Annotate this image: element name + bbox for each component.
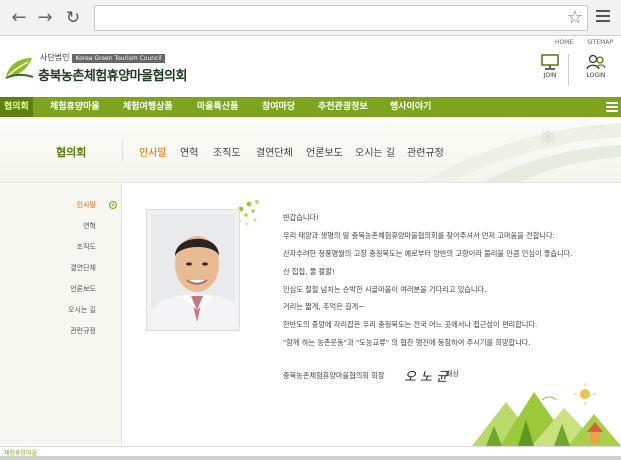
login-label: LOGIN: [586, 72, 606, 79]
gnb-menu-icon[interactable]: [606, 102, 618, 114]
sidebar-item-organization[interactable]: 조직도: [77, 242, 96, 252]
login-button[interactable]: LOGIN: [579, 54, 613, 79]
greeting-line: 반갑습니다!: [283, 213, 319, 222]
arrow-left-icon[interactable]: ←: [8, 7, 30, 29]
gnb-item-tour-products[interactable]: 체험여행상품: [123, 97, 173, 117]
greeting-line: 인심도 철철 넘치는 순박한 시골마을이 여러분을 기다리고 있습니다.: [283, 285, 487, 294]
site-header: HOME SITEMAP 사단법인 Korea Green Tourism Cou…: [0, 36, 621, 96]
signature-org: 충북농촌체험휴양마을협의회 회장: [283, 371, 385, 380]
chairman-photo: [147, 210, 239, 330]
tab-press[interactable]: 언론보도: [306, 144, 343, 159]
gnb-item-villages[interactable]: 체험휴양마을: [50, 97, 100, 117]
utility-links: HOME SITEMAP: [543, 39, 613, 46]
main-navigation: 협의회 체험휴양마을 체험여행상품 마을특산품 참여마당 추천관광정보 행사이야…: [0, 97, 621, 117]
gnb-item-specialties[interactable]: 마을특산품: [197, 97, 238, 117]
star-icon[interactable]: ☆: [567, 7, 583, 28]
logo-small-text: 사단법인: [40, 53, 70, 62]
mountain-illustration-icon: [472, 383, 621, 446]
join-label: JOIN: [543, 72, 557, 79]
users-icon: [586, 54, 606, 70]
decorative-swoosh-icon: [421, 123, 621, 182]
monitor-icon: [541, 54, 559, 70]
browser-menu-icon[interactable]: [596, 10, 610, 25]
sidebar-item-regulations[interactable]: 관련규정: [70, 326, 96, 336]
tab-regulations[interactable]: 관련규정: [407, 144, 444, 159]
sitemap-link[interactable]: SITEMAP: [587, 39, 613, 46]
portrait-image: [151, 214, 235, 326]
greeting-line: 거리는 짧게, 추억은 길게~: [283, 302, 365, 311]
home-link[interactable]: HOME: [555, 39, 573, 46]
sidebar-divider: [121, 184, 122, 444]
sub-divider: [122, 139, 123, 161]
footer-divider: [0, 446, 621, 447]
window-bottom-edge: [0, 456, 621, 460]
active-marker-icon: +: [109, 201, 117, 209]
logo-subtitle: 사단법인 Korea Green Tourism Council: [40, 52, 165, 63]
sidebar-item-partners[interactable]: 결연단체: [70, 263, 96, 273]
gnb-item-association[interactable]: 협의회: [0, 97, 33, 117]
greeting-line: "함께 하는 농촌운동"과 "도농교류" 의 협찬 행진에 동참하여 주시기를 …: [283, 338, 531, 347]
greeting-line: 산자수려한 청풍명월의 고장 충청북도는 예로부터 양반의 고향이라 불리울 만…: [283, 249, 573, 258]
logo-leaf-icon: [5, 58, 34, 79]
reload-icon[interactable]: ↻: [62, 7, 84, 29]
greeting-line: 우리 태양과 생명의 땅 충북농촌체험휴양마을협의회를 찾아주셔서 먼저 고마움…: [283, 231, 555, 240]
join-button[interactable]: JOIN: [533, 54, 567, 79]
tab-greeting[interactable]: 인사말: [139, 144, 167, 159]
side-navigation: 인사말 연혁 조직도 결연단체 언론보도 오시는 길 관련규정: [0, 184, 122, 444]
sub-header: 협의회 인사말 연혁 조직도 결연단체 언론보도 오시는 길 관련규정: [0, 117, 621, 183]
greeting-line: 산 첩첩, 물 콸콸!: [283, 267, 335, 276]
gnb-item-tourism-info[interactable]: 추천관광정보: [318, 97, 368, 117]
signature-name: 오 노 균: [404, 370, 449, 385]
arrow-right-icon[interactable]: →: [34, 7, 56, 29]
gnb-item-event-stories[interactable]: 행사이야기: [390, 97, 431, 117]
tab-partners[interactable]: 결연단체: [256, 144, 293, 159]
sidebar-item-directions[interactable]: 오시는 길: [68, 305, 96, 315]
tab-organization[interactable]: 조직도: [213, 144, 241, 159]
section-title: 협의회: [56, 146, 87, 159]
logo-title[interactable]: 충북농촌체험휴양마을협의회: [38, 65, 187, 84]
tab-directions[interactable]: 오시는 길: [355, 144, 395, 159]
tab-history[interactable]: 연혁: [180, 144, 198, 159]
sidebar-item-history[interactable]: 연혁: [83, 221, 96, 231]
greeting-line: 한반도의 중앙에 자리잡은 우리 충청북도는 전국 어느 곳에서나 접근성이 편…: [283, 320, 538, 329]
browser-toolbar: ← → ↻ ☆: [0, 0, 621, 36]
gnb-item-participation[interactable]: 참여마당: [262, 97, 295, 117]
sidebar-item-greeting[interactable]: 인사말: [77, 200, 96, 210]
address-bar[interactable]: ☆: [94, 5, 588, 31]
header-divider: [568, 54, 569, 86]
sidebar-item-press[interactable]: 언론보도: [70, 284, 96, 294]
logo-en-text: Korea Green Tourism Council: [72, 54, 165, 63]
signature-suffix: 배상: [446, 370, 459, 378]
